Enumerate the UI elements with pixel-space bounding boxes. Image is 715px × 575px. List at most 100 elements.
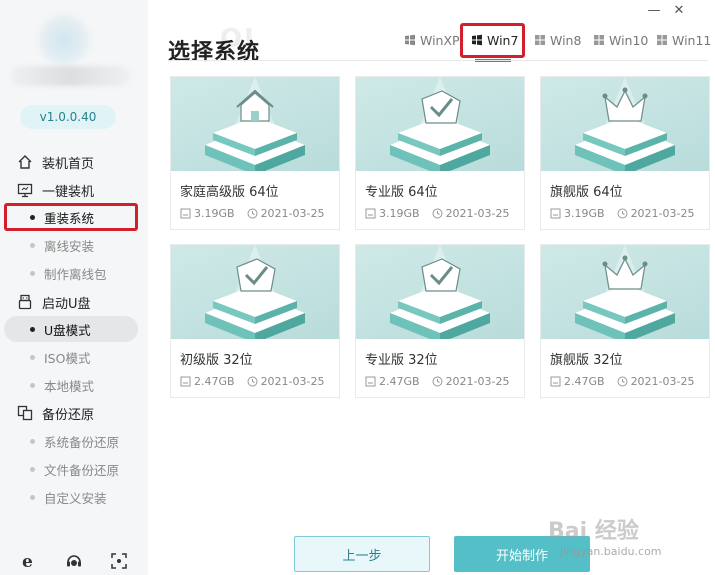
check-icon: [356, 77, 524, 171]
system-card-date: 2021-03-25: [630, 375, 695, 388]
nav-file-backup[interactable]: 文件备份还原: [0, 456, 148, 482]
bullet-dot: [30, 242, 35, 248]
system-card-name: 旗舰版 64位: [550, 185, 623, 200]
clock-icon: [432, 376, 443, 387]
backup-icon: [16, 404, 34, 422]
system-card[interactable]: 初级版 32位 2.47GB 2021-03-25: [170, 244, 340, 398]
tab-win10[interactable]: Win10: [593, 31, 648, 49]
system-card[interactable]: 家庭高级版 64位 3.19GB 2021-03-25: [170, 76, 340, 230]
usb-icon: [16, 293, 34, 311]
minimize-button[interactable]: —: [645, 2, 663, 18]
system-card[interactable]: 旗舰版 64位 3.19GB 2021-03-25: [540, 76, 710, 230]
page-title: 选择系统: [168, 40, 261, 65]
clock-icon: [247, 376, 258, 387]
windows-logo-icon: [535, 35, 545, 45]
header-divider: [168, 60, 708, 61]
support-icon[interactable]: [63, 550, 85, 572]
check-icon: [356, 245, 524, 339]
nav-usb-mode[interactable]: U盘模式: [4, 316, 138, 342]
system-card-size: 3.19GB: [564, 207, 605, 220]
system-card-meta: 3.19GB 2021-03-25: [365, 207, 510, 220]
disk-size-icon: [365, 376, 376, 387]
nav-system-backup[interactable]: 系统备份还原: [0, 428, 148, 454]
windows-logo-icon: [594, 35, 604, 45]
clock-icon: [432, 208, 443, 219]
system-card-size: 2.47GB: [194, 375, 235, 388]
previous-step-button[interactable]: 上一步: [294, 536, 430, 572]
minimize-icon: —: [647, 2, 661, 18]
nav-custom-install-label: 自定义安装: [44, 490, 107, 506]
system-card-date: 2021-03-25: [445, 375, 510, 388]
system-card-thumbnail: [171, 77, 339, 171]
system-card-thumbnail: [356, 245, 524, 339]
system-card[interactable]: 专业版 64位 3.19GB 2021-03-25: [355, 76, 525, 230]
tab-win11-label: Win11: [672, 32, 712, 48]
check-icon: [171, 245, 339, 339]
system-card-thumbnail: [541, 245, 709, 339]
nav-home[interactable]: 装机首页: [0, 149, 148, 175]
nav-file-backup-label: 文件备份还原: [44, 462, 120, 478]
tab-win8[interactable]: Win8: [534, 31, 581, 49]
logo-blurred-text: [10, 66, 130, 86]
system-card[interactable]: 专业版 32位 2.47GB 2021-03-25: [355, 244, 525, 398]
highlight-box-reinstall: [4, 203, 138, 231]
nav-local-mode-label: 本地模式: [44, 378, 95, 394]
system-card-name: 专业版 32位: [365, 353, 438, 368]
disk-size-icon: [180, 208, 191, 219]
nav-local-mode[interactable]: 本地模式: [0, 372, 148, 398]
nav-system-backup-label: 系统备份还原: [44, 434, 120, 450]
tab-winxp[interactable]: WinXP: [404, 31, 460, 49]
system-card-size: 3.19GB: [379, 207, 420, 220]
app-logo: [0, 0, 148, 100]
bullet-dot: [30, 494, 35, 500]
bullet-dot: [30, 270, 35, 276]
close-icon: ✕: [673, 2, 685, 18]
nav-backup-restore[interactable]: 备份还原: [0, 400, 148, 426]
nav-offline-install[interactable]: 离线安装: [0, 232, 148, 258]
bullet-dot: [30, 382, 35, 388]
nav-make-offline-package[interactable]: 制作离线包: [0, 260, 148, 286]
system-card-thumbnail: [171, 245, 339, 339]
monitor-icon: [16, 181, 34, 199]
nav-boot-usb-label: 启动U盘: [42, 296, 91, 312]
tab-win8-label: Win8: [550, 32, 582, 48]
system-card-date: 2021-03-25: [445, 207, 510, 220]
version-badge: v1.0.0.40: [20, 105, 116, 129]
system-card-meta: 2.47GB 2021-03-25: [365, 375, 510, 388]
disk-size-icon: [180, 376, 191, 387]
system-card-name: 专业版 64位: [365, 185, 438, 200]
system-card-date: 2021-03-25: [260, 375, 325, 388]
nav-boot-usb[interactable]: 启动U盘: [0, 289, 148, 315]
nav-iso-mode[interactable]: ISO模式: [0, 344, 148, 370]
clock-icon: [617, 376, 628, 387]
nav-one-click-install[interactable]: 一键装机: [0, 177, 148, 203]
system-card-name: 初级版 32位: [180, 353, 253, 368]
clock-icon: [617, 208, 628, 219]
browser-icon[interactable]: e: [18, 550, 40, 572]
tab-win11[interactable]: Win11: [656, 31, 711, 49]
logo-blurred-icon: [36, 14, 92, 66]
nav-make-offline-label: 制作离线包: [44, 266, 107, 282]
home-icon: [16, 153, 34, 171]
system-card-meta: 3.19GB 2021-03-25: [550, 207, 695, 220]
nav-iso-mode-label: ISO模式: [44, 350, 91, 366]
disk-size-icon: [365, 208, 376, 219]
system-card-meta: 2.47GB 2021-03-25: [550, 375, 695, 388]
system-card-date: 2021-03-25: [260, 207, 325, 220]
close-button[interactable]: ✕: [670, 2, 688, 18]
nav-offline-install-label: 离线安装: [44, 238, 95, 254]
bullet-dot: [30, 354, 35, 360]
system-card-name: 家庭高级版 64位: [180, 185, 279, 200]
system-card[interactable]: 旗舰版 32位 2.47GB 2021-03-25: [540, 244, 710, 398]
bullet-dot: [30, 326, 35, 332]
crown-icon: [541, 245, 709, 339]
watermark-url: jingyan.baidu.com: [560, 545, 662, 558]
screenshot-icon[interactable]: [108, 550, 130, 572]
windows-logo-icon: [405, 34, 415, 46]
nav-custom-install[interactable]: 自定义安装: [0, 484, 148, 510]
system-card-thumbnail: [356, 77, 524, 171]
system-card-meta: 2.47GB 2021-03-25: [180, 375, 325, 388]
bullet-dot: [30, 438, 35, 444]
svg-text:e: e: [22, 552, 33, 570]
clock-icon: [247, 208, 258, 219]
